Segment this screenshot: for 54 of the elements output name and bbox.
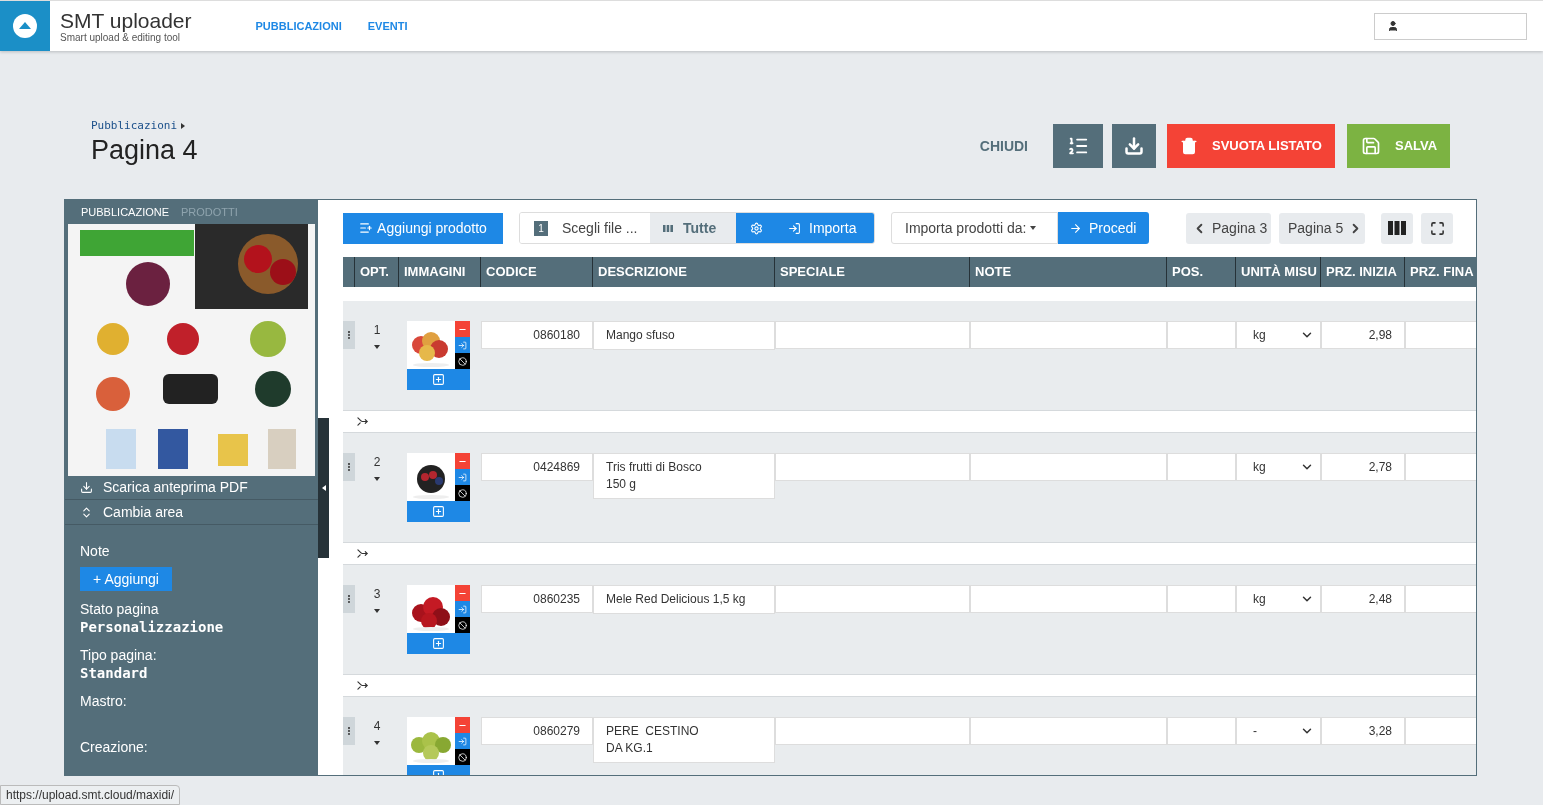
field-value: Personalizzazione [80, 618, 225, 636]
column-header: UNITÀ MISU [1241, 263, 1317, 282]
add-product-button[interactable]: Aggiungi prodotto [343, 212, 503, 244]
column-header: OPT. [360, 263, 389, 282]
description-field[interactable]: Mele Red Delicious 1,5 kg [593, 585, 775, 614]
clear-list-button[interactable]: SVUOTA LISTATO [1167, 124, 1335, 168]
nav-link[interactable]: EVENTI [367, 17, 408, 35]
field-label: Tipo pagina: [80, 647, 158, 664]
code-field[interactable]: 0860235 [481, 585, 593, 613]
field-label: Creazione: [80, 739, 149, 756]
sidebar-menu-item[interactable]: Scarica anteprima PDF [65, 475, 318, 501]
code-field[interactable]: 0860180 [481, 321, 593, 349]
column-header: SPECIALE [780, 263, 845, 282]
description-field[interactable]: PERE CESTINO DA KG.1 [593, 717, 775, 763]
nav-link[interactable]: PUBBLICAZIONI [255, 17, 342, 35]
page-title: Pagina 4 [91, 134, 198, 166]
column-header: CODICE [486, 263, 537, 282]
column-header: IMMAGINI [404, 263, 466, 282]
unit-select[interactable]: kg [1236, 453, 1321, 481]
row-number: 4 [373, 718, 381, 735]
unit-select[interactable]: kg [1236, 321, 1321, 349]
row-number: 2 [373, 454, 381, 471]
row-number: 1 [373, 322, 381, 339]
column-header: PRZ. FINA [1410, 263, 1474, 282]
breadcrumb-link[interactable]: Pubblicazioni [91, 117, 178, 134]
column-header: DESCRIZIONE [598, 263, 687, 282]
field-label: Stato pagina [80, 601, 160, 618]
field-value: Standard [80, 664, 149, 682]
column-header: POS. [1172, 263, 1204, 282]
price-field[interactable]: 2,98 [1321, 321, 1405, 349]
code-field[interactable]: 0424869 [481, 453, 593, 481]
code-field[interactable]: 0860279 [481, 717, 593, 745]
previous-page-button[interactable]: Pagina 3 [1186, 212, 1271, 244]
app-subtitle: Smart upload & editing tool [60, 32, 181, 43]
add-note-button[interactable]: + Aggiungi [80, 567, 172, 591]
description-field[interactable]: Tris frutti di Bosco 150 g [593, 453, 775, 499]
description-field[interactable]: Mango sfuso [593, 321, 775, 350]
column-header: NOTE [975, 263, 1012, 282]
close-button[interactable]: CHIUDI [979, 135, 1028, 157]
status-url: https://upload.smt.cloud/maxidi/ [0, 785, 181, 805]
note-label: Note [80, 542, 111, 561]
price-field[interactable]: 2,48 [1321, 585, 1405, 613]
next-page-button[interactable]: Pagina 5 [1279, 212, 1365, 244]
unit-select[interactable]: - [1236, 717, 1321, 745]
sidebar-tab[interactable]: PUBBLICAZIONE [81, 203, 170, 221]
unit-select[interactable]: kg [1236, 585, 1321, 613]
import-source-dropdown[interactable]: Importa prodotti da: [891, 212, 1058, 244]
sidebar-menu-item[interactable]: Cambia area [65, 500, 318, 525]
field-label: Mastro: [80, 693, 128, 710]
proceed-button[interactable]: Procedi [1058, 212, 1149, 244]
price-field[interactable]: 2,78 [1321, 453, 1405, 481]
row-number: 3 [373, 586, 381, 603]
price-field[interactable]: 3,28 [1321, 717, 1405, 745]
column-header: PRZ. INIZIA [1326, 263, 1397, 282]
